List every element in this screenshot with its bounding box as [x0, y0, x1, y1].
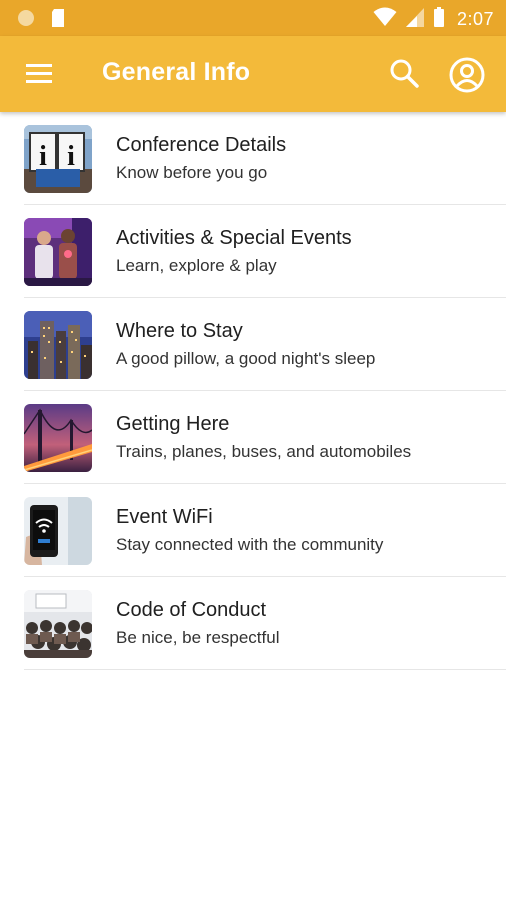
wifi-icon: [373, 6, 397, 33]
bridge-photo-thumbnail: [24, 404, 92, 472]
list-item-subtitle: Know before you go: [116, 163, 268, 182]
divider: [24, 669, 506, 670]
list-item-subtitle: Trains, planes, buses, and automobiles: [116, 442, 412, 461]
list-item-event-wifi[interactable]: Event WiFi Stay connected with the commu…: [0, 484, 506, 577]
list-item-getting-here[interactable]: Getting Here Trains, planes, buses, and …: [0, 391, 506, 484]
list-item-subtitle: Be nice, be respectful: [116, 628, 280, 647]
city-skyline-thumbnail: [24, 311, 92, 379]
list-item-title: Activities & Special Events: [116, 227, 352, 249]
account-button[interactable]: [448, 56, 486, 94]
people-photo-thumbnail: [24, 218, 92, 286]
info-list: i i Conference Details Know before you g…: [0, 112, 506, 670]
list-item-code-of-conduct[interactable]: Code of Conduct Be nice, be respectful: [0, 577, 506, 670]
list-item-title: Getting Here: [116, 413, 230, 435]
menu-button[interactable]: [24, 60, 56, 88]
info-sign-thumbnail: i i: [24, 125, 92, 193]
list-item-title: Event WiFi: [116, 506, 213, 528]
circle-notification-icon: [16, 8, 36, 33]
app-bar: General Info: [0, 36, 506, 112]
list-item-subtitle: Learn, explore & play: [116, 256, 277, 275]
list-item-where-to-stay[interactable]: Where to Stay A good pillow, a good nigh…: [0, 298, 506, 391]
page-title: General Info: [102, 58, 251, 86]
search-icon: [386, 59, 422, 96]
svg-text:i: i: [67, 141, 75, 172]
sd-card-icon: [50, 8, 66, 33]
list-item-activities[interactable]: Activities & Special Events Learn, explo…: [0, 205, 506, 298]
list-item-title: Conference Details: [116, 134, 287, 156]
list-item-conference-details[interactable]: i i Conference Details Know before you g…: [0, 112, 506, 205]
list-item-subtitle: A good pillow, a good night's sleep: [116, 349, 376, 368]
menu-icon: [24, 64, 56, 92]
list-item-subtitle: Stay connected with the community: [116, 535, 384, 554]
search-button[interactable]: [386, 56, 422, 92]
svg-text:i: i: [39, 141, 47, 172]
account-icon: [448, 57, 486, 98]
status-time: 2:07: [456, 9, 494, 29]
battery-icon: [433, 6, 445, 33]
audience-photo-thumbnail: [24, 590, 92, 658]
status-bar: 2:07: [0, 0, 506, 36]
list-item-title: Where to Stay: [116, 320, 243, 342]
list-item-title: Code of Conduct: [116, 599, 267, 621]
phone-wifi-thumbnail: [24, 497, 92, 565]
cell-signal-icon: [405, 6, 425, 33]
